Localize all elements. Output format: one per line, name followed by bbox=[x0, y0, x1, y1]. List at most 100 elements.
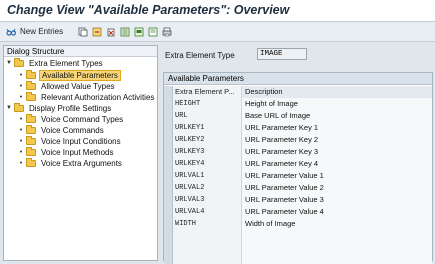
deselect-button[interactable] bbox=[148, 25, 158, 38]
select-all-button[interactable] bbox=[120, 25, 130, 38]
bullet-icon: • bbox=[19, 93, 23, 101]
description-cell[interactable]: Base URL of Image bbox=[242, 110, 432, 122]
copy-button[interactable] bbox=[78, 25, 88, 38]
select-block-button[interactable] bbox=[134, 25, 144, 38]
description-cell[interactable]: URL Parameter Key 3 bbox=[242, 146, 432, 158]
delete-button[interactable] bbox=[106, 25, 116, 38]
table-row[interactable] bbox=[164, 242, 432, 254]
parameter-key-cell[interactable]: URLVAL2 bbox=[173, 182, 242, 194]
tree-node-voice-input-methods[interactable]: • Voice Input Methods bbox=[18, 146, 116, 157]
folder-icon bbox=[26, 135, 36, 145]
glasses-icon bbox=[6, 27, 17, 37]
tree-node-voice-input-conditions[interactable]: • Voice Input Conditions bbox=[18, 135, 123, 146]
table-title: Available Parameters bbox=[164, 73, 432, 85]
table-row[interactable] bbox=[164, 230, 432, 242]
table-row[interactable]: URLKEY1 URL Parameter Key 1 bbox=[164, 122, 432, 134]
tree-node-display-profile-settings[interactable]: ▼ Display Profile Settings bbox=[6, 102, 113, 113]
tree-node-label: Voice Commands bbox=[41, 125, 104, 135]
table-row[interactable]: HEIGHT Height of Image bbox=[164, 98, 432, 110]
description-cell[interactable]: URL Parameter Value 4 bbox=[242, 206, 432, 218]
tree-node-voice-commands[interactable]: • Voice Commands bbox=[18, 124, 106, 135]
description-cell[interactable]: URL Parameter Key 1 bbox=[242, 122, 432, 134]
tree-node-label: Extra Element Types bbox=[29, 58, 103, 68]
parameters-grid: Extra Element P... Description HEIGHT Hei… bbox=[164, 86, 432, 264]
delete-icon bbox=[106, 27, 116, 37]
folder-icon bbox=[26, 69, 36, 79]
description-cell[interactable] bbox=[242, 254, 432, 264]
column-header-extra-element-parameter[interactable]: Extra Element P... bbox=[173, 86, 242, 98]
description-cell[interactable]: URL Parameter Value 1 bbox=[242, 170, 432, 182]
table-row[interactable]: URLKEY2 URL Parameter Key 2 bbox=[164, 134, 432, 146]
row-selector[interactable] bbox=[164, 98, 173, 110]
row-selector[interactable] bbox=[164, 182, 173, 194]
parameter-key-cell[interactable]: URLVAL4 bbox=[173, 206, 242, 218]
print-button[interactable] bbox=[162, 25, 172, 38]
table-row[interactable]: URLVAL4 URL Parameter Value 4 bbox=[164, 206, 432, 218]
description-cell[interactable]: URL Parameter Value 3 bbox=[242, 194, 432, 206]
row-selector[interactable] bbox=[164, 146, 173, 158]
row-selector[interactable] bbox=[164, 122, 173, 134]
row-selector[interactable] bbox=[164, 158, 173, 170]
tree-node-voice-command-types[interactable]: • Voice Command Types bbox=[18, 113, 125, 124]
table-row[interactable]: WIDTH Width of Image bbox=[164, 218, 432, 230]
parameter-key-cell[interactable]: URL bbox=[173, 110, 242, 122]
parameter-key-cell[interactable] bbox=[173, 230, 242, 242]
folder-open-icon bbox=[14, 102, 24, 112]
description-cell[interactable]: URL Parameter Value 2 bbox=[242, 182, 432, 194]
description-cell[interactable]: Height of Image bbox=[242, 98, 432, 110]
parameter-key-cell[interactable]: URLKEY4 bbox=[173, 158, 242, 170]
tree-node-label: Voice Extra Arguments bbox=[41, 158, 122, 168]
parameter-key-cell[interactable]: URLVAL3 bbox=[173, 194, 242, 206]
table-row[interactable] bbox=[164, 254, 432, 264]
tree-node-extra-element-types[interactable]: ▼ Extra Element Types bbox=[6, 57, 105, 68]
folder-icon bbox=[26, 157, 36, 167]
table-row[interactable]: URLVAL1 URL Parameter Value 1 bbox=[164, 170, 432, 182]
select-block-icon bbox=[134, 27, 144, 37]
table-row[interactable]: URLKEY4 URL Parameter Key 4 bbox=[164, 158, 432, 170]
folder-open-icon bbox=[14, 57, 24, 67]
parameter-key-cell[interactable]: URLKEY3 bbox=[173, 146, 242, 158]
expand-arrow-icon[interactable]: ▼ bbox=[6, 105, 12, 111]
row-selector[interactable] bbox=[164, 254, 173, 264]
description-cell[interactable] bbox=[242, 230, 432, 242]
deselect-icon bbox=[148, 27, 158, 37]
parameter-key-cell[interactable] bbox=[173, 254, 242, 264]
new-entries-button[interactable]: New Entries bbox=[6, 25, 63, 38]
description-cell[interactable]: URL Parameter Key 4 bbox=[242, 158, 432, 170]
row-selector[interactable] bbox=[164, 170, 173, 182]
tree-node-label: Display Profile Settings bbox=[29, 103, 112, 113]
main-panel: Extra Element Type IMAGE Available Param… bbox=[161, 45, 433, 264]
expand-arrow-icon[interactable]: ▼ bbox=[6, 60, 12, 66]
row-selector[interactable] bbox=[164, 194, 173, 206]
parameter-key-cell[interactable]: URLKEY1 bbox=[173, 122, 242, 134]
row-selector[interactable] bbox=[164, 218, 173, 230]
table-row[interactable]: URL Base URL of Image bbox=[164, 110, 432, 122]
row-selector[interactable] bbox=[164, 206, 173, 218]
tree-node-voice-extra-arguments[interactable]: • Voice Extra Arguments bbox=[18, 157, 124, 168]
row-selector[interactable] bbox=[164, 230, 173, 242]
table-row[interactable]: URLVAL3 URL Parameter Value 3 bbox=[164, 194, 432, 206]
folder-icon bbox=[26, 91, 36, 101]
parameter-key-cell[interactable]: HEIGHT bbox=[173, 98, 242, 110]
select-all-column-button[interactable] bbox=[164, 86, 173, 98]
table-row[interactable]: URLVAL2 URL Parameter Value 2 bbox=[164, 182, 432, 194]
undo-button[interactable] bbox=[92, 25, 102, 38]
table-row[interactable]: URLKEY3 URL Parameter Key 3 bbox=[164, 146, 432, 158]
parameter-key-cell[interactable]: WIDTH bbox=[173, 218, 242, 230]
column-header-description[interactable]: Description bbox=[242, 86, 432, 98]
row-selector[interactable] bbox=[164, 242, 173, 254]
tree-node-available-parameters[interactable]: • Available Parameters bbox=[18, 69, 121, 81]
folder-icon bbox=[26, 80, 36, 90]
parameter-key-cell[interactable]: URLVAL1 bbox=[173, 170, 242, 182]
tree-node-label: Allowed Value Types bbox=[41, 81, 115, 91]
description-cell[interactable]: Width of Image bbox=[242, 218, 432, 230]
parameter-key-cell[interactable]: URLKEY2 bbox=[173, 134, 242, 146]
tree-node-relevant-authorization-activities[interactable]: • Relevant Authorization Activities bbox=[18, 91, 156, 102]
description-cell[interactable]: URL Parameter Key 2 bbox=[242, 134, 432, 146]
row-selector[interactable] bbox=[164, 110, 173, 122]
description-cell[interactable] bbox=[242, 242, 432, 254]
row-selector[interactable] bbox=[164, 134, 173, 146]
tree-node-allowed-value-types[interactable]: • Allowed Value Types bbox=[18, 80, 117, 91]
bullet-icon: • bbox=[19, 126, 23, 134]
parameter-key-cell[interactable] bbox=[173, 242, 242, 254]
